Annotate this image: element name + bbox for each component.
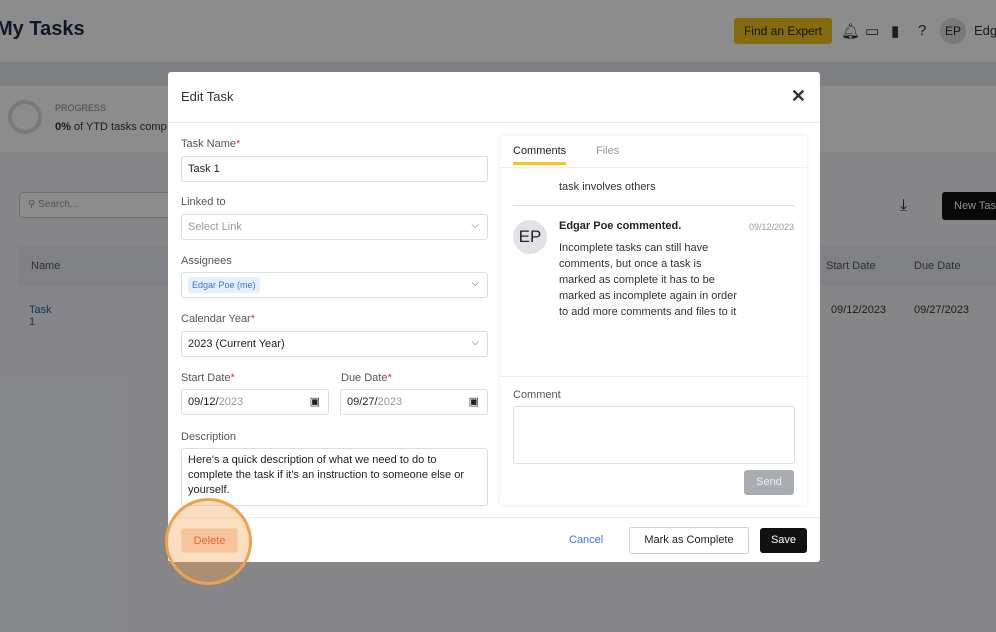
modal-title: Edit Task <box>181 89 234 104</box>
comment-textarea[interactable] <box>513 406 795 464</box>
tab-files[interactable]: Files <box>596 145 619 157</box>
linked-placeholder: Select Link <box>188 221 242 233</box>
divider <box>500 376 807 377</box>
modal-footer: Delete Cancel Mark as Complete Save <box>168 517 820 562</box>
chevron-down-icon: ⌵ <box>471 220 479 231</box>
linked-select[interactable]: Select Link ⌵ <box>181 214 488 240</box>
previous-comment-text: task involves others <box>559 181 656 193</box>
send-button[interactable]: Send <box>744 470 794 495</box>
comments-panel: Comments Files task involves others EP E… <box>500 136 807 505</box>
chevron-down-icon: ⌵ <box>471 337 479 348</box>
description-label: Description <box>181 431 237 443</box>
divider <box>513 205 794 206</box>
year-value: 2023 (Current Year) <box>188 338 285 350</box>
comment-author: Edgar Poe commented. <box>559 220 682 232</box>
linked-label: Linked to <box>181 196 226 208</box>
tabs: Comments Files <box>500 136 807 168</box>
due-date-label: Due Date* <box>341 372 392 384</box>
comment-avatar: EP <box>513 220 547 254</box>
tab-comments[interactable]: Comments <box>513 145 567 165</box>
assignee-chip[interactable]: Edgar Poe (me) <box>188 277 260 293</box>
comment-text: Incomplete tasks can still have comments… <box>559 242 737 318</box>
comment-date: 09/12/2023 <box>748 222 794 232</box>
edit-task-modal: Edit Task ✕ Task Name* Task 1 Linked to S… <box>168 72 820 562</box>
due-date-input[interactable]: 09/27/2023 ▣ <box>340 389 488 415</box>
close-icon[interactable]: ✕ <box>791 86 806 107</box>
modal-header: Edit Task ✕ <box>168 72 820 123</box>
task-name-label: Task Name* <box>181 138 241 150</box>
save-button[interactable]: Save <box>760 528 807 553</box>
assignees-label: Assignees <box>181 255 232 267</box>
description-textarea[interactable]: Here's a quick description of what we ne… <box>181 448 488 506</box>
assignees-select[interactable]: Edgar Poe (me) ⌵ <box>181 272 488 298</box>
year-select[interactable]: 2023 (Current Year) ⌵ <box>181 331 488 357</box>
mark-complete-button[interactable]: Mark as Complete <box>629 527 749 554</box>
calendar-icon[interactable]: ▣ <box>469 395 479 408</box>
calendar-icon[interactable]: ▣ <box>310 395 320 408</box>
year-label: Calendar Year* <box>181 313 256 325</box>
chevron-down-icon: ⌵ <box>471 278 479 289</box>
comment-label: Comment <box>513 389 561 401</box>
start-date-input[interactable]: 09/12/2023 ▣ <box>181 389 329 415</box>
task-name-input[interactable]: Task 1 <box>181 156 488 182</box>
start-date-label: Start Date* <box>181 372 235 384</box>
cancel-button[interactable]: Cancel <box>569 534 603 546</box>
delete-button[interactable]: Delete <box>181 528 238 553</box>
